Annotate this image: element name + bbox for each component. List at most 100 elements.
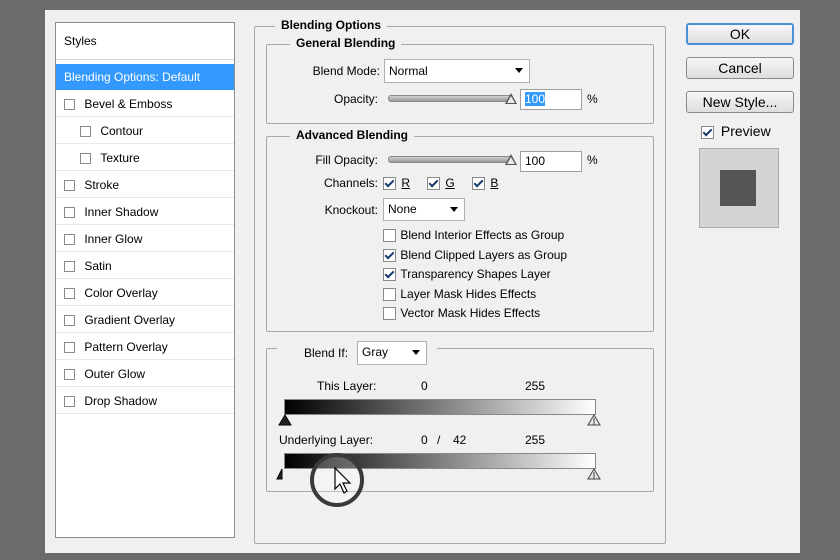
blend-mode-select[interactable]: Normal	[384, 59, 530, 83]
style-item-satin[interactable]: Satin	[56, 253, 234, 279]
option-label: Blend Interior Effects as Group	[400, 228, 565, 242]
inner-shadow-checkbox[interactable]	[64, 207, 75, 219]
style-item-color-overlay[interactable]: Color Overlay	[56, 280, 234, 306]
style-item-inner-glow[interactable]: Inner Glow	[56, 226, 234, 252]
fill-opacity-slider-track[interactable]	[388, 156, 513, 163]
preview-checkbox[interactable]	[701, 125, 714, 139]
ok-button[interactable]: OK	[686, 23, 794, 45]
layer-mask-hides-checkbox[interactable]	[383, 288, 396, 302]
satin-checkbox[interactable]	[64, 261, 75, 273]
channel-b-checkbox[interactable]	[472, 177, 485, 191]
style-item-label: Blending Options: Default	[64, 70, 201, 84]
fill-opacity-value: 100	[525, 154, 546, 168]
style-item-label: Inner Glow	[84, 232, 143, 246]
style-item-label: Outer Glow	[84, 367, 146, 381]
channel-r-toggle[interactable]: R	[383, 176, 410, 191]
blend-if-select[interactable]: Gray	[357, 341, 427, 365]
underlying-low-thumb-left[interactable]	[276, 468, 288, 480]
this-layer-low-thumb[interactable]	[278, 414, 292, 426]
underlying-separator: /	[437, 433, 441, 447]
style-item-texture[interactable]: Texture	[56, 145, 234, 171]
style-item-bevel-emboss[interactable]: Bevel & Emboss	[56, 91, 234, 117]
opacity-slider-thumb[interactable]	[505, 93, 517, 104]
style-item-label: Drop Shadow	[84, 394, 158, 408]
stroke-checkbox[interactable]	[64, 180, 75, 192]
style-item-label: Bevel & Emboss	[84, 97, 173, 111]
color-overlay-checkbox[interactable]	[64, 288, 75, 300]
pattern-overlay-checkbox[interactable]	[64, 342, 75, 354]
channel-g-label: G	[445, 176, 455, 190]
option-label: Transparency Shapes Layer	[400, 267, 551, 281]
option-blend-interior[interactable]: Blend Interior Effects as Group	[383, 228, 565, 243]
gradient-overlay-checkbox[interactable]	[64, 315, 75, 327]
underlying-high-thumb[interactable]	[587, 468, 601, 480]
inner-glow-checkbox[interactable]	[64, 234, 75, 246]
outer-glow-checkbox[interactable]	[64, 369, 75, 381]
texture-checkbox[interactable]	[80, 153, 91, 165]
new-style-button[interactable]: New Style...	[686, 91, 794, 113]
vector-mask-hides-checkbox[interactable]	[383, 307, 396, 321]
style-item-pattern-overlay[interactable]: Pattern Overlay	[56, 334, 234, 360]
fill-opacity-slider-thumb[interactable]	[505, 154, 517, 165]
opacity-label: Opacity:	[333, 92, 378, 106]
knockout-label: Knockout:	[324, 203, 378, 217]
drop-shadow-checkbox[interactable]	[64, 396, 75, 408]
preview-toggle[interactable]: Preview	[701, 123, 771, 139]
channels-label: Channels:	[323, 176, 378, 190]
option-transparency-shapes[interactable]: Transparency Shapes Layer	[383, 267, 551, 282]
channel-r-checkbox[interactable]	[383, 177, 396, 191]
styles-list: Styles Blending Options: Default Bevel &…	[55, 22, 235, 538]
transparency-shapes-checkbox[interactable]	[383, 268, 396, 282]
option-blend-clipped[interactable]: Blend Clipped Layers as Group	[383, 248, 568, 263]
knockout-select[interactable]: None	[383, 198, 465, 221]
layer-style-dialog: Styles Blending Options: Default Bevel &…	[45, 10, 800, 553]
preview-label: Preview	[720, 123, 771, 139]
opacity-value: 100	[525, 92, 546, 106]
this-layer-label: This Layer:	[317, 379, 377, 393]
opacity-input[interactable]: 100	[520, 89, 582, 110]
this-layer-high: 255	[525, 379, 546, 393]
style-item-outer-glow[interactable]: Outer Glow	[56, 361, 234, 387]
style-item-blending-options[interactable]: Blending Options: Default	[56, 64, 234, 90]
advanced-blending-title: Advanced Blending	[290, 128, 415, 142]
option-layer-mask-hides[interactable]: Layer Mask Hides Effects	[383, 287, 536, 302]
style-item-stroke[interactable]: Stroke	[56, 172, 234, 198]
fill-opacity-unit: %	[587, 153, 598, 167]
style-item-inner-shadow[interactable]: Inner Shadow	[56, 199, 234, 225]
channel-b-toggle[interactable]: B	[472, 176, 498, 191]
knockout-value: None	[388, 202, 417, 216]
channel-g-toggle[interactable]: G	[427, 176, 455, 191]
style-item-drop-shadow[interactable]: Drop Shadow	[56, 388, 234, 414]
fill-opacity-input[interactable]: 100	[520, 151, 582, 172]
cursor-highlight	[310, 453, 364, 507]
blend-interior-checkbox[interactable]	[383, 229, 396, 243]
blend-if-label: Blend If:	[304, 346, 349, 360]
bevel-emboss-checkbox[interactable]	[64, 99, 75, 111]
style-item-label: Contour	[100, 124, 144, 138]
blend-mode-value: Normal	[389, 64, 428, 78]
general-blending-group	[266, 44, 654, 124]
this-layer-gradient	[284, 399, 596, 415]
underlying-low: 0	[421, 433, 428, 447]
channel-g-checkbox[interactable]	[427, 177, 440, 191]
this-layer-high-thumb[interactable]	[587, 414, 601, 426]
style-item-label: Texture	[100, 151, 140, 165]
blending-options-title: Blending Options	[275, 18, 387, 32]
style-item-label: Stroke	[84, 178, 120, 192]
opacity-slider-track[interactable]	[388, 95, 513, 102]
cancel-button[interactable]: Cancel	[686, 57, 794, 79]
preview-swatch	[720, 170, 756, 206]
option-vector-mask-hides[interactable]: Vector Mask Hides Effects	[383, 306, 541, 321]
option-label: Vector Mask Hides Effects	[400, 306, 541, 320]
blend-clipped-checkbox[interactable]	[383, 249, 396, 263]
styles-header: Styles	[56, 23, 234, 60]
blend-mode-label: Blend Mode:	[312, 64, 380, 78]
style-item-label: Pattern Overlay	[84, 340, 168, 354]
style-item-gradient-overlay[interactable]: Gradient Overlay	[56, 307, 234, 333]
option-label: Blend Clipped Layers as Group	[400, 248, 568, 262]
fill-opacity-label: Fill Opacity:	[315, 153, 378, 167]
contour-checkbox[interactable]	[80, 126, 91, 138]
style-item-contour[interactable]: Contour	[56, 118, 234, 144]
chevron-down-icon	[515, 68, 523, 73]
blend-if-value: Gray	[362, 345, 389, 359]
